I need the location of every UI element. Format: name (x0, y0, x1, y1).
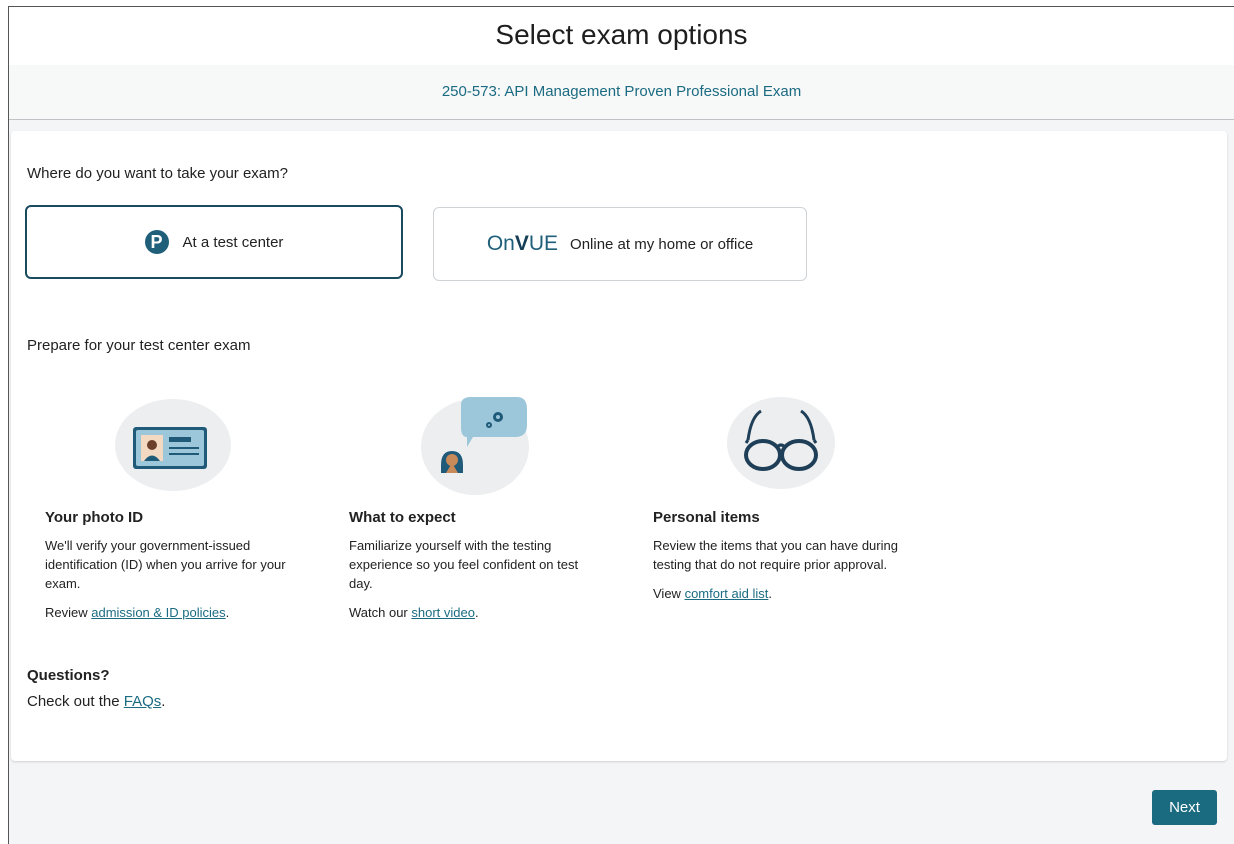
page-title: Select exam options (495, 19, 748, 50)
onvue-logo-suffix: UE (528, 232, 559, 255)
location-question: Where do you want to take your exam? (27, 165, 288, 182)
pearson-vue-logo-icon: P (144, 230, 169, 254)
prep-item-description: We'll verify your government-issued iden… (45, 538, 286, 591)
action-prefix: Watch our (349, 605, 412, 620)
id-card-illustration-icon (45, 395, 285, 495)
next-button[interactable]: Next (1152, 790, 1217, 825)
option-online-label: Online at my home or office (570, 235, 754, 253)
questions-prefix: Check out the (27, 693, 124, 710)
onvue-logo-prefix: On (486, 232, 515, 255)
exam-name-bar: 250-573: API Management Proven Professio… (9, 65, 1234, 120)
page-header: Select exam options (9, 7, 1234, 66)
prep-item-action: Watch our short video. (349, 603, 599, 622)
questions-suffix: . (161, 693, 166, 710)
option-test-center[interactable]: P At a test center (25, 205, 403, 279)
questions-title: Questions? (27, 667, 110, 684)
prep-item-description: Familiarize yourself with the testing ex… (349, 538, 579, 591)
options-card: Where do you want to take your exam? P A… (11, 131, 1227, 761)
prep-item-action: Review admission & ID policies. (45, 603, 295, 622)
glasses-illustration-icon (653, 395, 893, 495)
option-online[interactable]: OnVUE Online at my home or office (433, 207, 807, 281)
prep-item-photo-id: Your photo ID We'll verify your governme… (45, 395, 305, 632)
prep-item-personal-items: Personal items Review the items that you… (653, 395, 913, 613)
short-video-link[interactable]: short video (411, 605, 475, 620)
action-prefix: View (653, 586, 685, 601)
action-prefix: Review (45, 605, 92, 620)
comfort-aid-list-link[interactable]: comfort aid list (685, 586, 769, 601)
speech-bubble-illustration-icon (349, 395, 589, 495)
action-suffix: . (474, 605, 479, 620)
prep-item-title: What to expect (349, 509, 456, 526)
page-frame: Select exam options 250-573: API Managem… (8, 6, 1234, 844)
prep-item-title: Your photo ID (45, 509, 144, 526)
prep-item-what-to-expect: What to expect Familiarize yourself with… (349, 395, 609, 632)
prep-item-description: Review the items that you can have durin… (653, 538, 898, 572)
admission-id-policies-link[interactable]: admission & ID policies (91, 605, 225, 620)
onvue-logo-v: V (514, 232, 529, 255)
exam-name: 250-573: API Management Proven Professio… (441, 83, 802, 100)
onvue-logo-icon: OnVUE (487, 232, 558, 256)
questions-section: Questions? Check out the FAQs. (27, 667, 165, 710)
option-test-center-label: At a test center (182, 233, 284, 251)
prep-item-action: View comfort aid list. (653, 584, 903, 603)
questions-text: Check out the FAQs. (27, 693, 165, 710)
prep-item-title: Personal items (653, 509, 760, 526)
action-suffix: . (225, 605, 230, 620)
prepare-heading: Prepare for your test center exam (27, 337, 251, 354)
faqs-link[interactable]: FAQs (124, 693, 162, 710)
action-suffix: . (768, 586, 772, 601)
